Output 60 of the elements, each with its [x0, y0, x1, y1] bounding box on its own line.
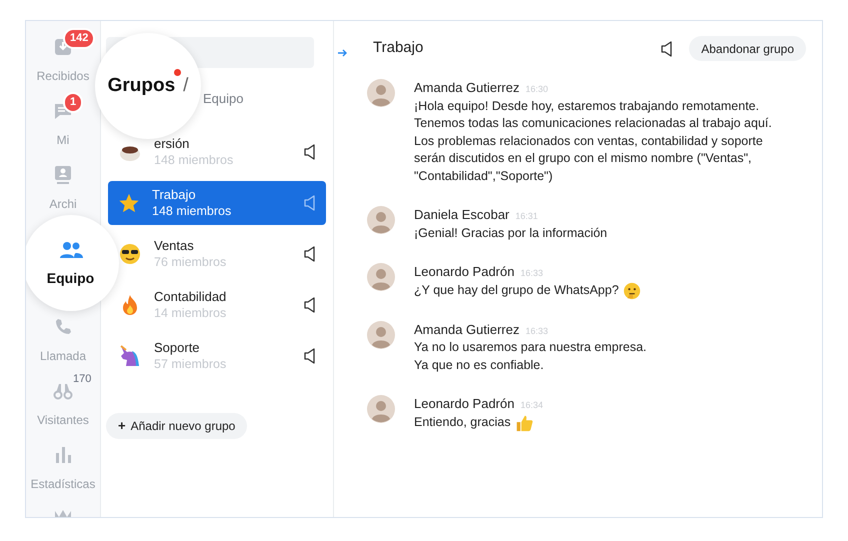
sidebar-label[interactable]: Estadísticas: [30, 475, 96, 493]
avatar-icon: [367, 395, 395, 423]
member-count: 76 miembros: [154, 254, 228, 270]
expand-arrow-icon[interactable]: [337, 49, 347, 57]
sidebar-label[interactable]: Llamada: [40, 347, 86, 365]
crown-icon: [53, 509, 73, 517]
speaker-icon[interactable]: [304, 246, 316, 262]
member-count: 14 miembros: [154, 305, 228, 321]
message-text: ¡Genial! Gracias por la información: [414, 224, 608, 242]
binoculars-icon: [53, 381, 73, 401]
message-text: Ya que no es confiable.: [414, 356, 544, 374]
message-text: Entiendo, gracias: [414, 414, 511, 431]
member-count: 148 miembros: [152, 203, 232, 219]
count-badge: 142: [63, 28, 96, 49]
group-name[interactable]: Contabilidad: [154, 289, 226, 305]
unicorn-icon: [118, 344, 142, 368]
sidebar-label[interactable]: Mi: [56, 131, 70, 149]
chat-title: Trabajo: [373, 38, 424, 58]
leave-group-button[interactable]: Abandonar grupo: [689, 36, 806, 61]
member-count: 148 miembros: [154, 152, 234, 168]
breadcrumb-separator: /: [183, 74, 188, 98]
thumbs-up-icon: [514, 414, 533, 432]
speaker-icon[interactable]: [304, 297, 316, 313]
avatar-icon: [367, 320, 395, 348]
sidebar-label[interactable]: Recibidos: [36, 67, 90, 85]
add-group-button[interactable]: + Añadir nuevo grupo: [106, 413, 248, 439]
star-icon: [118, 192, 140, 214]
avatar-icon: [367, 263, 395, 291]
avatar-icon: [367, 206, 395, 234]
message-text: ¡Hola equipo! Desde hoy, estaremos trabajando remotamente. Tenemos todas las comunicaciones relacionadas al trabajo aquí. Los problemas relacionados con ventas, contabilidad y soporte serán discutidos en el grupo con el mismo nombre ("Ventas", "Contabilidad","Soporte"): [414, 98, 773, 185]
count-badge: 1: [63, 92, 84, 113]
person-card-icon: [53, 165, 73, 185]
speaker-icon[interactable]: [661, 40, 674, 56]
breadcrumb-parent[interactable]: Equipo: [203, 89, 244, 109]
selected-group-row[interactable]: Trabajo 148 miembros: [108, 181, 326, 225]
author-name: Amanda Gutierrez: [414, 320, 520, 338]
breadcrumb-current[interactable]: Grupos: [108, 74, 176, 96]
group-name[interactable]: Soporte: [154, 340, 200, 356]
group-name[interactable]: Trabajo: [152, 187, 196, 203]
speaker-icon[interactable]: [304, 348, 316, 364]
phone-icon: [53, 317, 73, 337]
message-text: Ya no lo usaremos para nuestra empresa.: [414, 339, 647, 356]
magnified-sidebar-item[interactable]: Equipo: [26, 215, 118, 311]
author-name: Leonardo Padrón: [414, 395, 514, 413]
author-name: Daniela Escobar: [414, 206, 510, 224]
author-name: Amanda Gutierrez: [414, 79, 520, 97]
sidebar-label[interactable]: Visitantes: [37, 411, 89, 429]
message-text: ¿Y que hay del grupo de WhatsApp?: [414, 282, 619, 299]
magnified-label: Equipo: [46, 268, 94, 288]
thinking-face-icon: [622, 282, 641, 300]
sidebar-label[interactable]: Archi: [49, 195, 77, 213]
author-name: Leonardo Padrón: [414, 263, 514, 281]
member-count: 57 miembros: [154, 356, 228, 372]
sunglasses-face-icon: [118, 242, 142, 266]
bar-chart-icon: [53, 445, 73, 465]
speaker-icon[interactable]: [304, 144, 316, 160]
group-name[interactable]: Ventas: [154, 238, 194, 254]
group-name[interactable]: ersión: [154, 136, 190, 152]
avatar-icon: [367, 79, 395, 107]
visitor-count: 170: [73, 372, 92, 387]
